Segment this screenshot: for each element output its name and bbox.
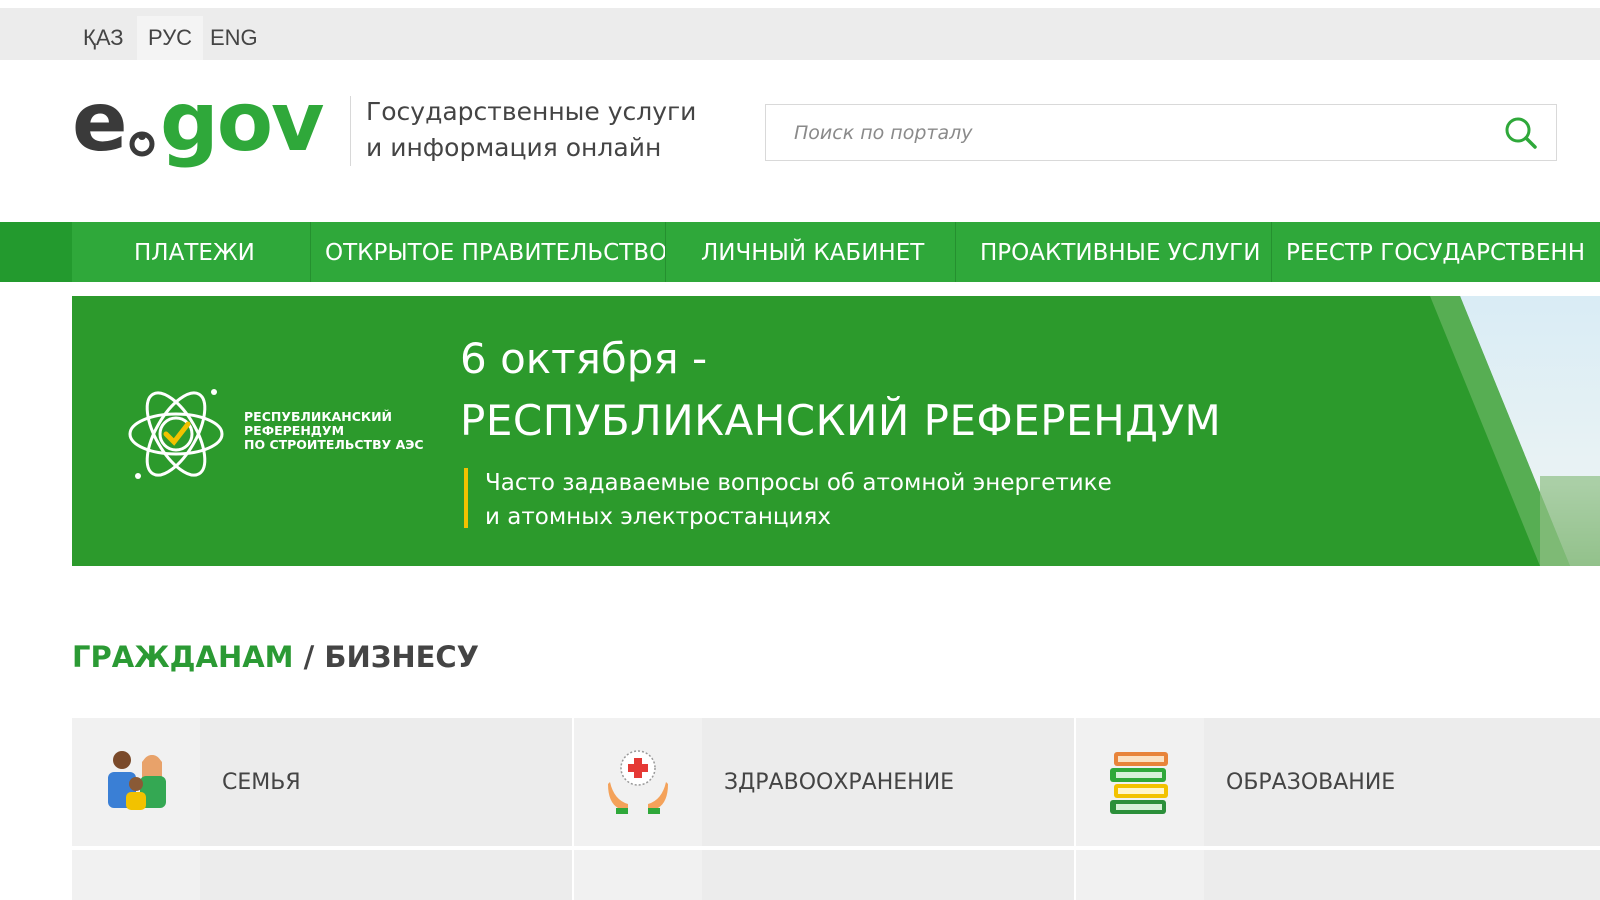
- lang-eng[interactable]: ENG: [199, 16, 269, 60]
- banner-subtitle-line-1: Часто задаваемые вопросы об атомной энер…: [485, 470, 1112, 496]
- nav-item-state-registry[interactable]: РЕЕСТР ГОСУДАРСТВЕНН: [1286, 222, 1585, 282]
- category-education[interactable]: ОБРАЗОВАНИЕ: [1076, 718, 1600, 846]
- section-title: ГРАЖДАНАМ / БИЗНЕСУ: [72, 640, 479, 674]
- lang-rus[interactable]: РУС: [137, 16, 204, 60]
- search-box: [765, 104, 1557, 161]
- nav-separator: [1271, 222, 1272, 282]
- power-plant-photo: [1430, 296, 1600, 566]
- banner-title: РЕСПУБЛИКАНСКИЙ РЕФЕРЕНДУМ: [460, 396, 1222, 445]
- tab-citizens[interactable]: ГРАЖДАНАМ: [72, 640, 294, 674]
- search-input[interactable]: [766, 105, 1486, 160]
- search-button[interactable]: [1502, 114, 1540, 152]
- nav-separator: [665, 222, 666, 282]
- nav-left-block: [0, 222, 72, 282]
- category-icon-cell: [72, 718, 200, 846]
- category-icon-cell: [574, 850, 702, 900]
- tagline-line-1: Государственные услуги: [366, 97, 697, 126]
- category-icon-cell: [1076, 850, 1204, 900]
- nav-separator: [310, 222, 311, 282]
- nav-item-open-government[interactable]: ОТКРЫТОЕ ПРАВИТЕЛЬСТВО: [325, 222, 667, 282]
- banner-accent-bar: [464, 468, 468, 528]
- category-icon-cell: [574, 718, 702, 846]
- family-icon: [108, 751, 166, 810]
- main-navigation: ПЛАТЕЖИ ОТКРЫТОЕ ПРАВИТЕЛЬСТВО ЛИЧНЫЙ КА…: [0, 222, 1600, 282]
- category-label: СЕМЬЯ: [222, 770, 301, 795]
- category-healthcare[interactable]: ЗДРАВООХРАНЕНИЕ: [574, 718, 1074, 846]
- referendum-banner[interactable]: РЕСПУБЛИКАНСКИЙ РЕФЕРЕНДУМ ПО СТРОИТЕЛЬС…: [72, 296, 1600, 566]
- category-label: ОБРАЗОВАНИЕ: [1226, 770, 1396, 795]
- nav-item-payments[interactable]: ПЛАТЕЖИ: [134, 222, 255, 282]
- banner-subtitle-line-2: и атомных электростанциях: [485, 504, 831, 530]
- tagline-line-2: и информация онлайн: [366, 133, 662, 162]
- banner-caption-line-2: РЕФЕРЕНДУМ: [244, 423, 345, 438]
- section-separator: /: [303, 640, 315, 674]
- svg-text:gov: gov: [160, 78, 324, 170]
- svg-text:e: e: [72, 78, 128, 170]
- tab-business[interactable]: БИЗНЕСУ: [324, 640, 479, 674]
- egov-logo-icon: e gov: [72, 75, 326, 170]
- atom-icon: [128, 389, 224, 479]
- language-bar: ҚАЗ РУС ENG: [0, 0, 1600, 60]
- banner-subtitle: Часто задаваемые вопросы об атомной энер…: [485, 466, 1112, 534]
- category-row2-2[interactable]: [574, 850, 1074, 900]
- banner-logo-caption: РЕСПУБЛИКАНСКИЙ РЕФЕРЕНДУМ ПО СТРОИТЕЛЬС…: [244, 410, 434, 452]
- category-family[interactable]: СЕМЬЯ: [72, 718, 572, 846]
- site-tagline: Государственные услуги и информация онла…: [366, 94, 696, 166]
- search-icon: [1505, 117, 1537, 149]
- banner-caption-line-3: ПО СТРОИТЕЛЬСТВУ АЭС: [244, 437, 424, 452]
- category-label: ЗДРАВООХРАНЕНИЕ: [724, 770, 955, 795]
- banner-caption-line-1: РЕСПУБЛИКАНСКИЙ: [244, 409, 393, 424]
- healthcare-icon: [608, 750, 668, 814]
- category-row2-3[interactable]: [1076, 850, 1600, 900]
- nav-separator: [955, 222, 956, 282]
- category-row2-1[interactable]: [72, 850, 572, 900]
- banner-date: 6 октября -: [460, 334, 708, 383]
- nav-item-personal-cabinet[interactable]: ЛИЧНЫЙ КАБИНЕТ: [701, 222, 924, 282]
- category-icon-cell: [72, 850, 200, 900]
- lang-kaz[interactable]: ҚАЗ: [72, 16, 135, 60]
- books-icon: [1110, 752, 1168, 814]
- nav-item-proactive-services[interactable]: ПРОАКТИВНЫЕ УСЛУГИ: [980, 222, 1260, 282]
- egov-logo[interactable]: e gov: [72, 75, 342, 178]
- category-icon-cell: [1076, 718, 1204, 846]
- logo-divider: [350, 96, 351, 166]
